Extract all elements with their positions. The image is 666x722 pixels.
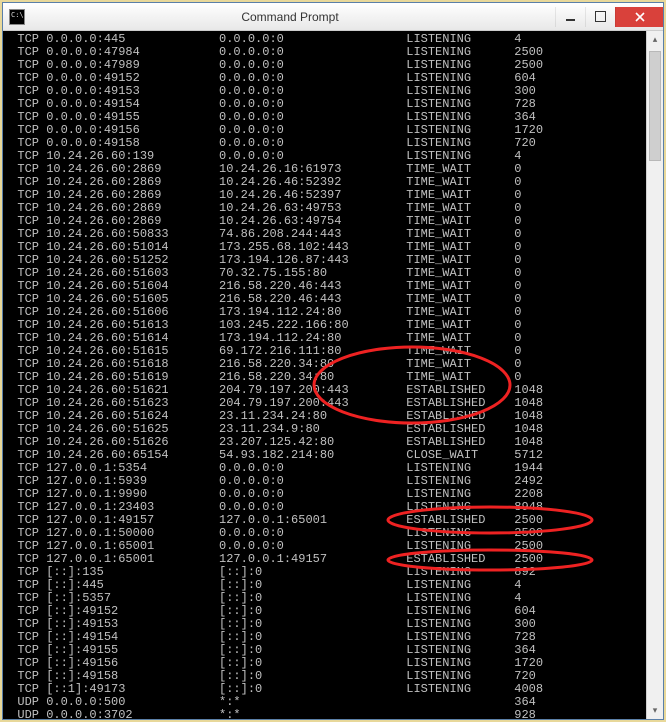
col-remote: [::]:0	[219, 683, 406, 696]
col-local: 0.0.0.0:3702	[46, 709, 219, 719]
col-proto: UDP	[3, 709, 46, 719]
col-remote: *:*	[219, 709, 406, 719]
scroll-down-arrow-icon[interactable]: ▾	[647, 702, 663, 719]
scrollbar-thumb[interactable]	[649, 51, 661, 161]
netstat-row: UDP0.0.0.0:3702*:* 928	[3, 709, 646, 719]
command-prompt-icon	[9, 9, 25, 25]
window-frame: Command Prompt TCP0.0.0.0:4450.0.0.0:0LI…	[2, 2, 664, 720]
window-title: Command Prompt	[25, 10, 555, 24]
window-controls	[555, 7, 663, 27]
col-pid: 928	[514, 709, 536, 719]
maximize-button[interactable]	[585, 7, 615, 27]
content-area: TCP0.0.0.0:4450.0.0.0:0LISTENING4TCP0.0.…	[3, 31, 663, 719]
close-button[interactable]	[615, 7, 663, 27]
titlebar[interactable]: Command Prompt	[3, 3, 663, 31]
scroll-up-arrow-icon[interactable]: ▴	[647, 31, 663, 48]
col-state: LISTENING	[406, 683, 514, 696]
terminal-output[interactable]: TCP0.0.0.0:4450.0.0.0:0LISTENING4TCP0.0.…	[3, 31, 646, 719]
minimize-button[interactable]	[555, 7, 585, 27]
col-remote: *:*	[219, 696, 406, 709]
vertical-scrollbar[interactable]: ▴ ▾	[646, 31, 663, 719]
